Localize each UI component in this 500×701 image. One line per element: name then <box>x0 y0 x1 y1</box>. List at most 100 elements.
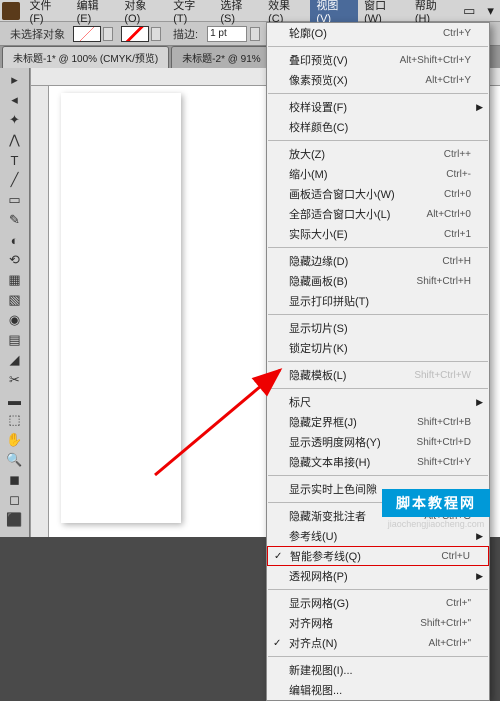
menu-item[interactable]: 锁定切片(K) <box>267 338 489 358</box>
fill-swatch[interactable] <box>73 26 101 42</box>
stroke-dropdown[interactable] <box>151 27 161 41</box>
tool-20[interactable]: ◼ <box>2 470 28 490</box>
tool-5[interactable]: ╱ <box>2 170 28 190</box>
menu-item-label: 缩小(M) <box>289 166 446 182</box>
stroke-label: 描边: <box>173 26 198 42</box>
stroke-swatch[interactable] <box>121 26 149 42</box>
menu-item[interactable]: 显示透明度网格(Y)Shift+Ctrl+D <box>267 432 489 452</box>
watermark-url: jiaochengjiaocheng.com <box>382 519 490 529</box>
menu-item-label: 放大(Z) <box>289 146 444 162</box>
selection-status: 未选择对象 <box>10 26 65 42</box>
menu-separator <box>268 388 488 389</box>
menu-item-label: 显示透明度网格(Y) <box>289 434 417 450</box>
menu-item-label: 透视网格(P) <box>289 568 471 584</box>
tool-3[interactable]: ⋀ <box>2 130 28 150</box>
submenu-arrow-icon: ▶ <box>476 531 483 542</box>
menu-item-label: 新建视图(I)... <box>289 662 471 678</box>
menu-item[interactable]: 显示打印拼贴(T) <box>267 291 489 311</box>
menu-shortcut: Ctrl+U <box>441 551 470 562</box>
tool-14[interactable]: ◢ <box>2 350 28 370</box>
stroke-weight-dropdown[interactable] <box>250 27 260 41</box>
menu-item-label: 校样颜色(C) <box>289 119 471 135</box>
menu-item[interactable]: 参考线(U) ▶ <box>267 526 489 546</box>
menu-item-label: 隐藏文本串接(H) <box>289 454 417 470</box>
artboard[interactable] <box>61 93 181 523</box>
menu-item: 隐藏模板(L)Shift+Ctrl+W <box>267 365 489 385</box>
fill-dropdown[interactable] <box>103 27 113 41</box>
menu-select[interactable]: 选择(S) <box>214 0 262 28</box>
menu-separator <box>268 361 488 362</box>
tool-21[interactable]: ◻ <box>2 490 28 510</box>
tool-8[interactable]: ◐ <box>2 230 28 250</box>
menu-item-label: 画板适合窗口大小(W) <box>289 186 444 202</box>
tool-0[interactable]: ▸ <box>2 70 28 90</box>
menu-shortcut: Ctrl+Y <box>443 28 471 39</box>
menu-item[interactable]: 实际大小(E)Ctrl+1 <box>267 224 489 244</box>
tool-13[interactable]: ▤ <box>2 330 28 350</box>
tool-7[interactable]: ✎ <box>2 210 28 230</box>
menu-item-label: 显示打印拼贴(T) <box>289 293 471 309</box>
menu-item[interactable]: 画板适合窗口大小(W)Ctrl+0 <box>267 184 489 204</box>
menu-item[interactable]: 全部适合窗口大小(L)Alt+Ctrl+0 <box>267 204 489 224</box>
menu-item-label: 编辑视图... <box>289 682 471 698</box>
menu-item-label: 校样设置(F) <box>289 99 471 115</box>
tool-18[interactable]: ✋ <box>2 430 28 450</box>
tool-4[interactable]: T <box>2 150 28 170</box>
menu-edit[interactable]: 编辑(E) <box>71 0 119 28</box>
menu-object[interactable]: 对象(O) <box>118 0 167 28</box>
menu-item[interactable]: 隐藏定界框(J)Shift+Ctrl+B <box>267 412 489 432</box>
menu-item[interactable]: 隐藏画板(B)Shift+Ctrl+H <box>267 271 489 291</box>
menu-item[interactable]: 透视网格(P)▶ <box>267 566 489 586</box>
menu-shortcut: Shift+Ctrl+" <box>420 618 471 629</box>
menu-item[interactable]: 校样设置(F)▶ <box>267 97 489 117</box>
menu-item[interactable]: 标尺▶ <box>267 392 489 412</box>
menu-item-label: 锁定切片(K) <box>289 340 471 356</box>
menu-item[interactable]: 像素预览(X)Alt+Ctrl+Y <box>267 70 489 90</box>
menu-item[interactable]: 放大(Z)Ctrl++ <box>267 144 489 164</box>
menu-item-label: 隐藏模板(L) <box>289 367 414 383</box>
check-icon: ✓ <box>273 638 281 649</box>
menu-item[interactable]: 轮廓(O)Ctrl+Y <box>267 23 489 43</box>
tool-22[interactable]: ⬛ <box>2 510 28 530</box>
menu-item-label: 参考线(U) <box>289 528 471 544</box>
tool-16[interactable]: ▬ <box>2 390 28 410</box>
menu-item[interactable]: 叠印预览(V)Alt+Shift+Ctrl+Y <box>267 50 489 70</box>
menu-item-label: 标尺 <box>289 394 471 410</box>
menu-item-label: 轮廓(O) <box>289 25 443 41</box>
menu-item[interactable]: 编辑视图... <box>267 680 489 700</box>
menu-text[interactable]: 文字(T) <box>167 0 214 28</box>
menu-item[interactable]: 显示切片(S) <box>267 318 489 338</box>
layout-icon[interactable]: ▭ <box>457 3 481 19</box>
menu-shortcut: Shift+Ctrl+B <box>417 417 471 428</box>
menu-item[interactable]: 显示网格(G)Ctrl+" <box>267 593 489 613</box>
tool-panel: ▸◂✦⋀T╱▭✎◐⟲▦▧◉▤◢✂▬⬚✋🔍◼◻⬛ <box>0 68 30 537</box>
tool-10[interactable]: ▦ <box>2 270 28 290</box>
menu-shortcut: Shift+Ctrl+W <box>414 370 471 381</box>
stroke-weight-input[interactable] <box>207 26 247 42</box>
document-tab-2[interactable]: 未标题-2* @ 91% <box>171 46 272 68</box>
menu-file[interactable]: 文件(F) <box>24 0 71 28</box>
tool-2[interactable]: ✦ <box>2 110 28 130</box>
tool-15[interactable]: ✂ <box>2 370 28 390</box>
menu-item[interactable]: 缩小(M)Ctrl+- <box>267 164 489 184</box>
menu-item[interactable]: ✓对齐点(N)Alt+Ctrl+" <box>267 633 489 653</box>
menu-shortcut: Alt+Ctrl+Y <box>425 75 471 86</box>
tool-11[interactable]: ▧ <box>2 290 28 310</box>
menu-item[interactable]: 隐藏文本串接(H)Shift+Ctrl+Y <box>267 452 489 472</box>
menu-shortcut: Ctrl+H <box>442 256 471 267</box>
menu-item[interactable]: 隐藏边缘(D)Ctrl+H <box>267 251 489 271</box>
dropdown-icon[interactable]: ▾ <box>481 3 500 19</box>
document-tab-1[interactable]: 未标题-1* @ 100% (CMYK/预览) <box>2 46 169 68</box>
menu-item[interactable]: 新建视图(I)... <box>267 660 489 680</box>
menu-item[interactable]: 校样颜色(C) <box>267 117 489 137</box>
menu-item[interactable]: ✓智能参考线(Q)Ctrl+U <box>267 546 489 566</box>
menu-item-label: 像素预览(X) <box>289 72 425 88</box>
menu-item[interactable]: 对齐网格Shift+Ctrl+" <box>267 613 489 633</box>
tool-19[interactable]: 🔍 <box>2 450 28 470</box>
tool-6[interactable]: ▭ <box>2 190 28 210</box>
tool-9[interactable]: ⟲ <box>2 250 28 270</box>
tool-1[interactable]: ◂ <box>2 90 28 110</box>
tool-17[interactable]: ⬚ <box>2 410 28 430</box>
menu-item-label: 隐藏画板(B) <box>289 273 417 289</box>
tool-12[interactable]: ◉ <box>2 310 28 330</box>
